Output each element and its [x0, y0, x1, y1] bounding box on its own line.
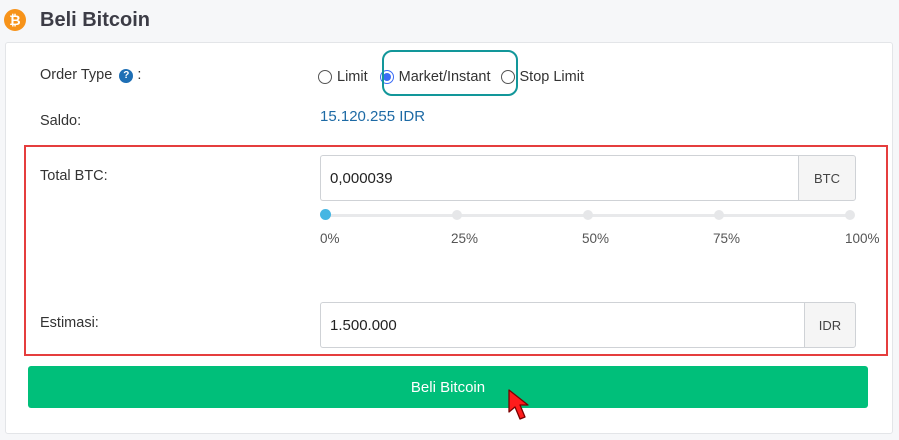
buy-bitcoin-button[interactable]: Beli Bitcoin [28, 366, 868, 408]
radio-limit-label: Limit [337, 69, 368, 85]
total-btc-label: Total BTC: [40, 168, 108, 184]
estimasi-input[interactable]: 1.500.000 [320, 302, 804, 348]
help-icon[interactable]: ? [119, 69, 134, 83]
estimasi-label: Estimasi: [40, 315, 99, 331]
order-type-colon: : [137, 67, 142, 83]
page-header: ₿ Beli Bitcoin [0, 0, 899, 40]
slider-mark-25[interactable] [452, 210, 462, 220]
tick-label: 25% [451, 231, 479, 246]
saldo-value: 15.120.255 IDR [320, 108, 426, 125]
estimasi-input-group: 1.500.000 IDR [320, 302, 856, 348]
slider-mark-75[interactable] [714, 210, 724, 220]
total-btc-input[interactable]: 0,000039 [320, 155, 798, 201]
tick-label: 50% [582, 231, 610, 246]
bitcoin-icon: ₿ [4, 9, 26, 31]
total-btc-input-group: 0,000039 BTC [320, 155, 856, 201]
order-type-label-text: Order Type [40, 67, 113, 83]
tick-label: 100% [845, 231, 880, 246]
slider-mark-50[interactable] [583, 210, 593, 220]
radio-limit[interactable]: Limit [318, 69, 368, 85]
slider-handle[interactable] [320, 209, 331, 220]
radio-limit-circle[interactable] [318, 70, 332, 84]
idr-unit-addon: IDR [804, 302, 856, 348]
btc-unit-addon: BTC [798, 155, 856, 201]
market-instant-highlight [382, 50, 518, 96]
saldo-label: Saldo: [40, 113, 82, 129]
slider-mark-100[interactable] [845, 210, 855, 220]
order-type-label: Order Type ? : [40, 67, 141, 83]
mouse-cursor-icon [508, 389, 529, 420]
page-title: Beli Bitcoin [40, 9, 151, 31]
tick-label: 0% [320, 231, 340, 246]
radio-stop-limit-label: Stop Limit [519, 69, 584, 85]
tick-label: 75% [713, 231, 741, 246]
